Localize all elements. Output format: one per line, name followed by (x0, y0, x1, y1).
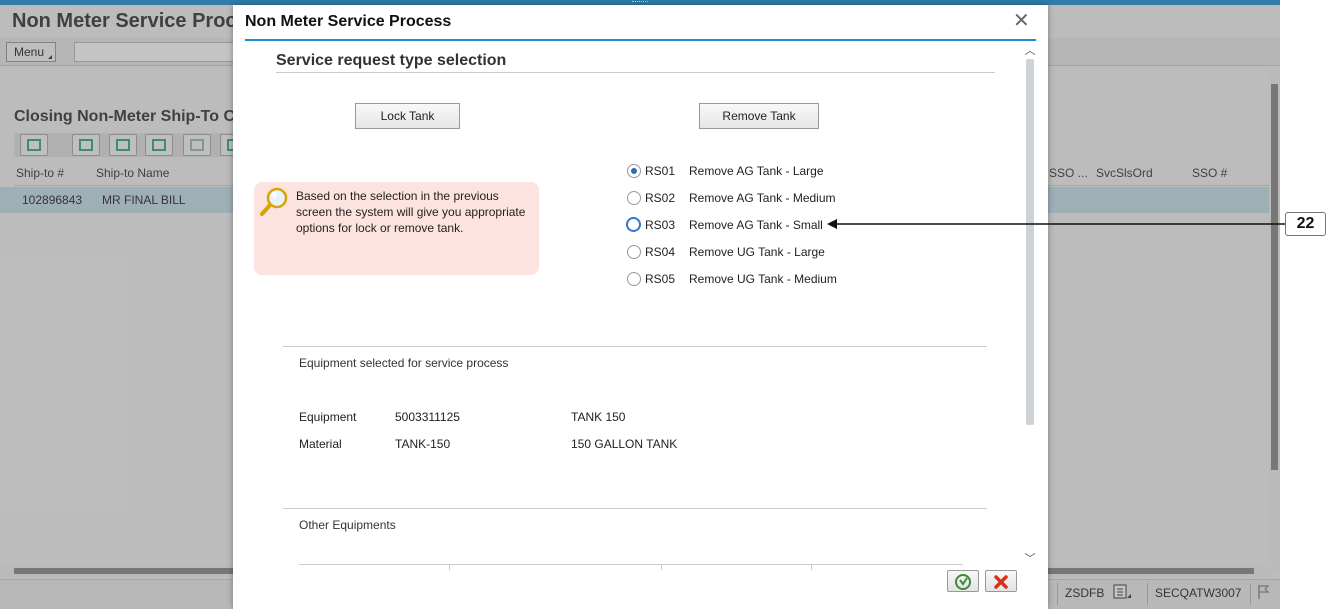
option-code: RS05 (645, 272, 676, 286)
option-code: RS01 (645, 164, 676, 178)
confirm-button[interactable] (947, 570, 979, 592)
equipment-label: Equipment (299, 410, 357, 424)
section-heading: Service request type selection (276, 52, 507, 69)
other-equipment-table (299, 564, 963, 570)
confirm-icon (955, 574, 971, 590)
option-label: Remove AG Tank - Medium (689, 191, 836, 205)
option-label: Remove AG Tank - Large (689, 164, 824, 178)
lock-tank-button[interactable]: Lock Tank (355, 103, 460, 129)
remove-tank-button[interactable]: Remove Tank (699, 103, 819, 129)
close-icon[interactable]: ✕ (1013, 11, 1030, 31)
radio-button[interactable] (627, 272, 641, 286)
other-equipment-heading: Other Equipments (299, 518, 396, 532)
dialog-title-underline (245, 39, 1036, 41)
option-label: Remove AG Tank - Small (689, 218, 823, 232)
scroll-down-icon[interactable]: ﹀ (1023, 553, 1037, 565)
option-label: Remove UG Tank - Large (689, 245, 825, 259)
equipment-description: TANK 150 (571, 410, 626, 424)
scroll-thumb[interactable] (1026, 59, 1034, 425)
material-id: TANK-150 (395, 437, 451, 451)
equipment-id: 5003311125 (395, 410, 460, 424)
radio-button[interactable] (627, 164, 641, 178)
option-code: RS02 (645, 191, 676, 205)
dialog-vertical-scrollbar[interactable]: ︿ ﹀ (1023, 45, 1037, 565)
dialog-title: Non Meter Service Process (245, 13, 452, 30)
step-number-badge: 22 (1285, 212, 1326, 236)
equipment-heading: Equipment selected for service process (299, 356, 509, 370)
radio-button[interactable] (627, 245, 641, 259)
section-divider (276, 72, 995, 73)
cancel-icon (994, 575, 1008, 589)
service-process-dialog: Non Meter Service Process ✕ ︿ ﹀ Service … (233, 5, 1048, 609)
info-callout: Based on the selection in the previous s… (254, 182, 539, 275)
material-description: 150 GALLON TANK (571, 437, 678, 451)
option-label: Remove UG Tank - Medium (689, 272, 837, 286)
equipment-divider (283, 346, 987, 347)
radio-button[interactable] (626, 217, 641, 232)
option-code: RS04 (645, 245, 676, 259)
magnifier-icon (260, 187, 288, 216)
radio-button[interactable] (627, 191, 641, 205)
material-label: Material (299, 437, 342, 451)
other-equipment-divider (283, 508, 987, 509)
annotation-arrow (827, 219, 1285, 229)
option-code: RS03 (645, 218, 676, 232)
scroll-up-icon[interactable]: ︿ (1023, 45, 1037, 57)
cancel-button[interactable] (985, 570, 1017, 592)
callout-text: Based on the selection in the previous s… (296, 189, 526, 235)
